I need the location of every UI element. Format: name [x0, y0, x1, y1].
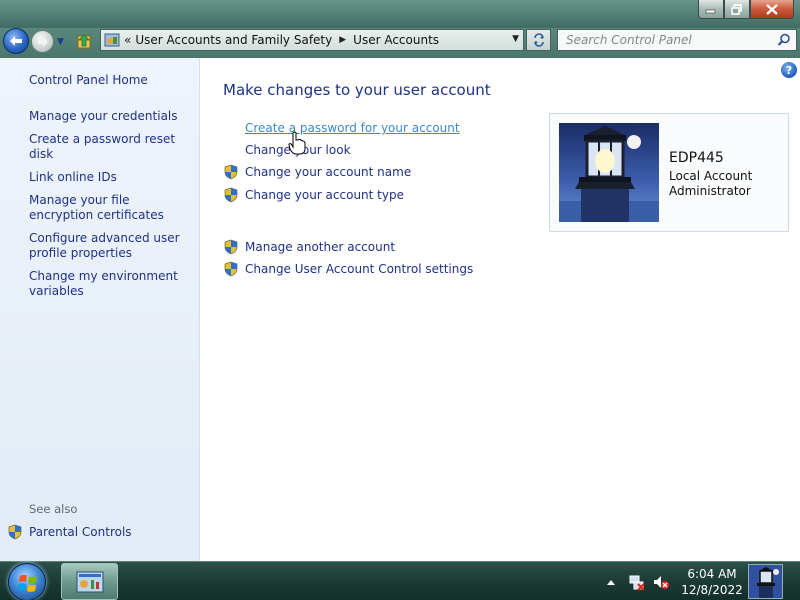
title-bar [0, 0, 800, 28]
sidebar-item-file-encryption-certificates[interactable]: Manage your file encryption certificates [29, 193, 194, 223]
change-account-type-label: Change your account type [245, 188, 404, 202]
breadcrumb-user-accounts[interactable]: User Accounts [353, 33, 439, 47]
main-content: ? Make changes to your user account Crea… [200, 58, 800, 561]
windows-logo-icon [18, 574, 37, 592]
change-uac-settings-label: Change User Account Control settings [245, 262, 474, 276]
lighthouse-thumbnail-icon [749, 565, 782, 598]
up-folder-icon[interactable] [76, 32, 94, 50]
account-card: EDP445 Local Account Administrator [549, 113, 789, 232]
uac-shield-icon [224, 239, 238, 255]
sidebar-item-password-reset-disk[interactable]: Create a password reset disk [29, 132, 194, 162]
parental-controls-label: Parental Controls [29, 525, 132, 539]
network-tray-button[interactable] [628, 562, 646, 600]
recent-pages-dropdown[interactable]: ▼ [57, 37, 64, 47]
account-role: Administrator [669, 184, 751, 198]
clock-date: 12/8/2022 [681, 583, 743, 597]
uac-shield-icon [224, 261, 238, 277]
sidebar: Control Panel Home Manage your credentia… [0, 58, 200, 561]
sidebar-item-environment-variables[interactable]: Change my environment variables [29, 269, 194, 299]
control-panel-icon [104, 33, 120, 47]
page-title: Make changes to your user account [223, 81, 491, 99]
minimize-button[interactable] [698, 0, 724, 19]
account-picture[interactable] [559, 123, 659, 222]
address-field[interactable]: « User Accounts and Family Safety ▶ User… [100, 29, 524, 51]
taskbar: 6:04 AM 12/8/2022 [0, 561, 800, 600]
clock-time: 6:04 AM [687, 567, 737, 581]
volume-muted-icon [654, 575, 669, 589]
window-controls [698, 0, 794, 19]
breadcrumb-overflow[interactable]: « [124, 33, 131, 47]
change-look-link[interactable]: Change your look [245, 143, 351, 157]
help-icon[interactable]: ? [781, 62, 797, 78]
show-hidden-icons-icon [607, 579, 615, 585]
address-bar-row: ▼ « User Accounts and Family Safety ▶ Us… [0, 28, 800, 58]
control-panel-home-link[interactable]: Control Panel Home [29, 73, 148, 87]
uac-shield-icon [8, 524, 22, 540]
breadcrumb-separator-icon[interactable]: ▶ [339, 35, 346, 45]
refresh-icon [533, 33, 544, 47]
volume-tray-button[interactable] [652, 562, 670, 600]
sidebar-item-manage-credentials[interactable]: Manage your credentials [29, 109, 194, 124]
uac-shield-icon [224, 164, 238, 180]
see-also-heading: See also [29, 502, 78, 516]
maximize-button[interactable] [724, 0, 750, 19]
minimize-icon [705, 9, 716, 14]
close-icon [766, 3, 778, 15]
sidebar-links: Manage your credentials Create a passwor… [29, 109, 194, 307]
manage-another-account-label: Manage another account [245, 240, 396, 254]
change-account-type-link[interactable]: Change your account type [223, 187, 404, 203]
refresh-button[interactable] [526, 29, 551, 51]
change-account-name-label: Change your account name [245, 165, 412, 179]
taskbar-control-panel-button[interactable] [61, 563, 118, 600]
search-placeholder: Search Control Panel [566, 33, 692, 47]
tray-expand-button[interactable] [606, 562, 616, 600]
uac-shield-icon [224, 187, 238, 203]
address-dropdown-icon[interactable]: ▼ [512, 34, 519, 44]
back-arrow-icon [10, 36, 22, 46]
close-button[interactable] [750, 0, 794, 19]
account-type: Local Account [669, 169, 753, 183]
breadcrumb-user-accounts-family-safety[interactable]: User Accounts and Family Safety [135, 33, 332, 47]
change-account-name-link[interactable]: Change your account name [223, 164, 411, 180]
lighthouse-picture-icon [559, 123, 659, 222]
sidebar-item-link-online-ids[interactable]: Link online IDs [29, 170, 194, 185]
search-input[interactable]: Search Control Panel [557, 29, 797, 51]
clock[interactable]: 6:04 AM 12/8/2022 [680, 566, 744, 598]
parental-controls-link[interactable]: Parental Controls [7, 524, 132, 540]
restore-icon [731, 3, 742, 15]
search-icon[interactable] [777, 33, 791, 47]
sidebar-item-advanced-profile-properties[interactable]: Configure advanced user profile properti… [29, 231, 194, 261]
manage-another-account-link[interactable]: Manage another account [223, 239, 395, 255]
user-picture-tile[interactable] [748, 564, 783, 599]
network-disconnected-icon [629, 575, 645, 591]
forward-button[interactable] [31, 30, 54, 53]
start-button[interactable] [8, 563, 46, 600]
account-name: EDP445 [669, 150, 724, 166]
create-password-link[interactable]: Create a password for your account [245, 121, 460, 135]
control-panel-icon [76, 571, 103, 592]
forward-arrow-icon [37, 36, 48, 47]
change-uac-settings-link[interactable]: Change User Account Control settings [223, 261, 473, 277]
back-button[interactable] [3, 28, 29, 54]
